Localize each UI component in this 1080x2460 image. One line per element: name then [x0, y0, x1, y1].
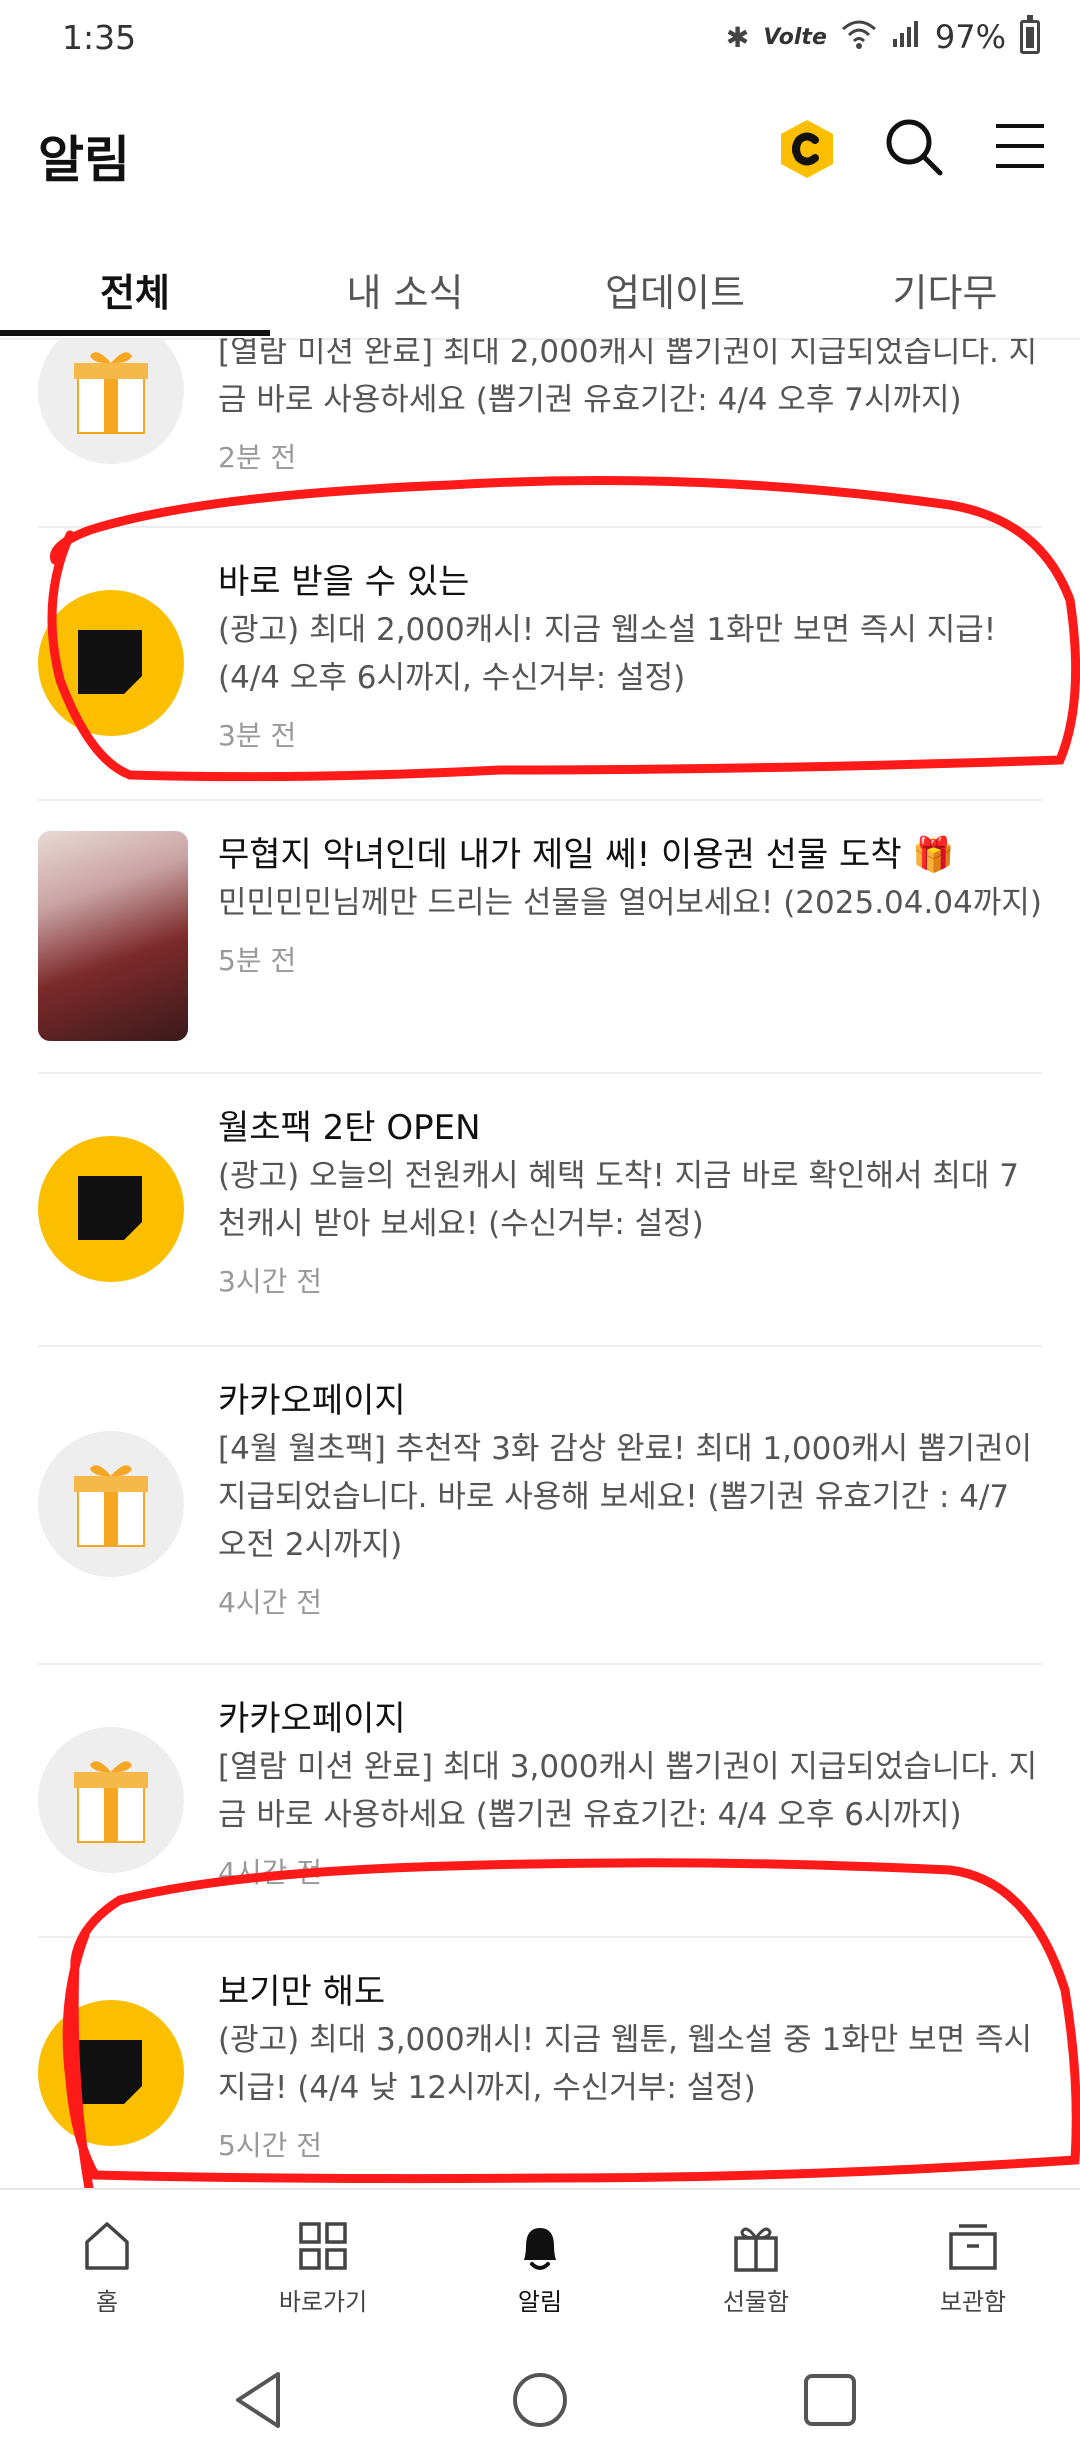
- status-indicators: ✱ Volte 97%: [725, 15, 1040, 56]
- volte-label: Volte: [763, 24, 827, 50]
- gift-icon: [38, 1727, 184, 1873]
- archive-icon: [949, 2224, 997, 2270]
- notification-item[interactable]: 무협지 악녀인데 내가 제일 쎄! 이용권 선물 도착 🎁 민민민민님께만 드리…: [38, 801, 1042, 1074]
- nav-label: 홈: [95, 2288, 119, 2316]
- notification-time: 5시간 전: [218, 2129, 322, 2162]
- notification-item[interactable]: 카카오페이지 [열람 미션 완료] 최대 3,000캐시 뽑기권이 지급되었습니…: [38, 1665, 1042, 1938]
- notification-time: 2분 전: [218, 441, 297, 474]
- gift-icon: [38, 1431, 184, 1577]
- nav-library[interactable]: 보관함: [898, 2216, 1048, 2326]
- back-icon[interactable]: [220, 2360, 300, 2440]
- tab-updates[interactable]: 업데이트: [540, 240, 810, 338]
- notification-item[interactable]: 카카오페이지 [4월 월초팩] 추천작 3화 감상 완료! 최대 1,000캐시…: [38, 1347, 1042, 1665]
- tab-all[interactable]: 전체: [0, 240, 270, 338]
- notification-time: 4시간 전: [218, 1856, 322, 1889]
- notification-title: 무협지 악녀인데 내가 제일 쎄! 이용권 선물 도착 🎁: [218, 835, 955, 875]
- home-circle-icon[interactable]: [500, 2360, 580, 2440]
- wifi-icon: [841, 19, 877, 56]
- grid-icon: [299, 2222, 347, 2270]
- home-icon: [85, 2222, 129, 2270]
- signal-icon: [891, 19, 921, 56]
- notification-time: 3분 전: [218, 719, 297, 752]
- system-nav-bar: [0, 2340, 1080, 2460]
- page-title: 알림: [38, 131, 130, 189]
- c-coin-icon[interactable]: [778, 118, 836, 180]
- bluetooth-icon: ✱: [725, 20, 750, 54]
- tab-my-news[interactable]: 내 소식: [270, 240, 540, 338]
- status-time: 1:35: [62, 18, 137, 57]
- notification-item[interactable]: 바로 받을 수 있는 (광고) 최대 2,000캐시! 지금 웹소설 1화만 보…: [38, 528, 1042, 801]
- status-bar: 1:35 ✱ Volte 97%: [0, 0, 1080, 80]
- gift-box-icon: [734, 2227, 778, 2272]
- notification-title: 카카오페이지: [218, 1381, 406, 1421]
- notification-item[interactable]: 보기만 해도 (광고) 최대 3,000캐시! 지금 웹툰, 웹소설 중 1화만…: [38, 1938, 1042, 2188]
- notification-body: [4월 월초팩] 추천작 3화 감상 완료! 최대 1,000캐시 뽑기권이 지…: [218, 1431, 1033, 1563]
- nav-gift-box[interactable]: 선물함: [681, 2216, 831, 2326]
- nav-home[interactable]: 홈: [32, 2216, 182, 2326]
- notification-body: (광고) 최대 2,000캐시! 지금 웹소설 1화만 보면 즉시 지급! (4…: [218, 612, 997, 696]
- notification-body: (광고) 오늘의 전원캐시 혜택 도착! 지금 바로 확인해서 최대 7천캐시 …: [218, 1158, 1019, 1242]
- kakaopage-logo-icon: [38, 2000, 184, 2146]
- tab-wait-free[interactable]: 기다무: [810, 240, 1080, 338]
- nav-label: 보관함: [939, 2288, 1007, 2316]
- bell-icon: [524, 2228, 556, 2270]
- kakaopage-logo-icon: [38, 1136, 184, 1282]
- nav-shortcuts[interactable]: 바로가기: [248, 2216, 398, 2326]
- notification-title: 카카오페이지: [218, 1699, 406, 1739]
- hamburger-menu-icon[interactable]: [992, 118, 1048, 174]
- active-tab-indicator: [0, 330, 270, 336]
- notification-time: 3시간 전: [218, 1265, 322, 1298]
- notification-item[interactable]: 월초팩 2탄 OPEN (광고) 오늘의 전원캐시 혜택 도착! 지금 바로 확…: [38, 1074, 1042, 1347]
- recent-apps-icon[interactable]: [790, 2360, 870, 2440]
- notification-body: [열람 미션 완료] 최대 3,000캐시 뽑기권이 지급되었습니다. 지금 바…: [218, 1749, 1038, 1833]
- battery-percent: 97%: [934, 18, 1006, 56]
- notification-title: 월초팩 2탄 OPEN: [218, 1108, 481, 1148]
- nav-label: 바로가기: [278, 2288, 368, 2316]
- gift-icon: [38, 338, 184, 464]
- notification-title: 바로 받을 수 있는: [218, 562, 470, 602]
- notification-title: 보기만 해도: [218, 1972, 386, 2012]
- nav-label: 선물함: [722, 2288, 790, 2316]
- notification-item[interactable]: [열람 미션 완료] 최대 2,000캐시 뽑기권이 지급되었습니다. 지금 바…: [38, 338, 1042, 528]
- notification-list[interactable]: [열람 미션 완료] 최대 2,000캐시 뽑기권이 지급되었습니다. 지금 바…: [0, 338, 1080, 2188]
- notification-time: 5분 전: [218, 944, 297, 977]
- kakaopage-logo-icon: [38, 590, 184, 736]
- cover-thumbnail: [38, 831, 188, 1041]
- nav-notifications[interactable]: 알림: [465, 2216, 615, 2326]
- battery-icon: [1020, 15, 1040, 54]
- search-icon[interactable]: [882, 115, 946, 179]
- notification-body: [열람 미션 완료] 최대 2,000캐시 뽑기권이 지급되었습니다. 지금 바…: [218, 338, 1038, 418]
- notification-time: 4시간 전: [218, 1586, 322, 1619]
- notification-body: 민민민민님께만 드리는 선물을 열어보세요! (2025.04.04까지): [218, 885, 1042, 921]
- tab-bar: 전체 내 소식 업데이트 기다무: [0, 240, 1080, 340]
- bottom-nav: 홈 바로가기 알림 선물함 보관함: [0, 2188, 1080, 2328]
- nav-label: 알림: [517, 2288, 563, 2316]
- notification-body: (광고) 최대 3,000캐시! 지금 웹툰, 웹소설 중 1화만 보면 즉시 …: [218, 2022, 1033, 2106]
